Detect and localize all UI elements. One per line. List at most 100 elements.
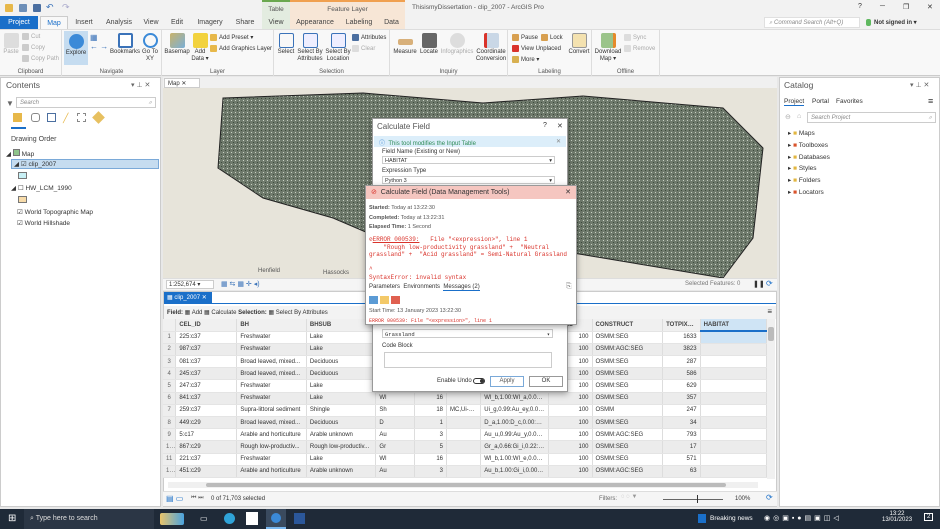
table-cell[interactable]: 100	[548, 392, 593, 405]
tab-appearance[interactable]: Appearance	[290, 16, 340, 29]
close-button[interactable]: ✕	[557, 122, 563, 130]
list-by-source-icon[interactable]	[31, 113, 40, 122]
table-cell[interactable]	[700, 465, 768, 478]
attributes-button[interactable]: Attributes	[352, 34, 386, 41]
row-number[interactable]: 10	[163, 440, 177, 454]
table-cell[interactable]: Au_b,1.00:Gi_i,0.00:A...	[480, 465, 549, 478]
table-cell[interactable]: OSMM:SEG	[592, 331, 664, 344]
tab-data[interactable]: Data	[378, 16, 405, 29]
expression-type-select[interactable]: Python 3 ▾	[382, 176, 555, 184]
map-tools-icons[interactable]: ▦ ⇆ ▦ ✛ ◂)	[221, 280, 260, 288]
table-options-menu-icon[interactable]: ≡	[767, 307, 772, 316]
table-cell[interactable]: Rough low-productiv...	[306, 440, 377, 454]
close-button[interactable]: ✕	[565, 188, 571, 196]
layer-symbol-swatch[interactable]	[18, 196, 27, 203]
catalog-tab-portal[interactable]: Portal	[812, 98, 829, 105]
table-cell[interactable]: Freshwater	[236, 331, 307, 344]
table-cell[interactable]: Deciduous	[306, 367, 377, 381]
infographics-button[interactable]: Infographics	[440, 33, 474, 56]
table-cell[interactable]	[446, 416, 482, 430]
table-cell[interactable]: Wl	[375, 392, 415, 405]
table-cell[interactable]: Sh	[375, 404, 415, 418]
row-number[interactable]: 11	[163, 453, 177, 466]
tab-analysis[interactable]: Analysis	[104, 16, 134, 29]
scale-selector[interactable]: 1:252,674 ▾	[166, 280, 214, 289]
table-cell[interactable]: 571	[662, 453, 701, 466]
table-cell[interactable]: Deciduous	[306, 416, 377, 430]
row-number[interactable]: 12	[163, 465, 177, 478]
table-cell[interactable]: OSMM:AGC:SEG	[592, 428, 664, 442]
table-cell[interactable]	[700, 453, 768, 466]
table-cell[interactable]: Lake	[306, 379, 377, 393]
list-by-selection-icon[interactable]	[47, 113, 56, 122]
convert-button[interactable]: Convert	[568, 33, 590, 56]
table-row[interactable]: 6 841:c37 Freshwater Lake Wl 16 Wl_b,1.00:Wl_a…	[163, 392, 768, 405]
arcgis-pro-taskbar-button[interactable]	[266, 509, 286, 529]
cut-button[interactable]: Cut	[22, 33, 40, 40]
select-by-location-button[interactable]: Select By Location	[324, 33, 352, 63]
table-cell[interactable]: 3	[414, 428, 448, 442]
tab-insert[interactable]: Insert	[72, 16, 96, 29]
select-by-attributes-button[interactable]: Select By Attributes	[296, 33, 324, 63]
catalog-item-styles[interactable]: ▸ ■ Styles	[788, 163, 830, 175]
table-cell[interactable]: Freshwater	[236, 343, 307, 357]
table-cell[interactable]	[700, 331, 768, 344]
zoom-slider[interactable]	[663, 499, 723, 500]
table-cell[interactable]: 100	[548, 428, 593, 442]
table-cell[interactable]: Gr	[375, 440, 415, 454]
open-project-icon[interactable]	[19, 4, 27, 12]
table-row[interactable]: 11 221:c37 Freshwater Lake Wl 16 Wl_b,1.00:Wl_…	[163, 453, 768, 466]
table-vertical-scrollbar[interactable]	[767, 319, 775, 479]
tab-imagery[interactable]: Imagery	[196, 16, 224, 29]
edge-icon[interactable]	[224, 513, 235, 524]
row-number[interactable]: 6	[163, 392, 177, 405]
table-cell[interactable]: 1	[414, 416, 448, 430]
row-number[interactable]: 7	[163, 404, 177, 418]
refresh-icon[interactable]: ⟳	[766, 279, 773, 288]
table-cell[interactable]: 5:c17	[175, 428, 238, 442]
command-search-input[interactable]: ⌕ Command Search (Alt+Q)	[764, 17, 860, 28]
row-number[interactable]: 5	[163, 379, 177, 393]
tab-project[interactable]: Project	[0, 16, 38, 29]
column-header[interactable]: TOTPIXELS	[662, 319, 701, 332]
apply-button[interactable]: Apply	[490, 376, 524, 387]
basemap-button[interactable]: Basemap	[164, 33, 190, 56]
table-cell[interactable]: OSMM:AGC:SEG	[592, 465, 664, 478]
list-by-snapping-icon[interactable]	[77, 113, 86, 122]
table-cell[interactable]: Wl	[375, 453, 415, 466]
tab-clip-2007[interactable]: ▦ clip_2007 ✕	[164, 292, 212, 303]
help-button[interactable]: ?	[543, 122, 547, 129]
layer-world-topographic-map[interactable]: ☑ World Topographic Map	[17, 208, 93, 216]
table-cell[interactable]: Freshwater	[236, 453, 307, 466]
table-cell[interactable]: 16	[414, 453, 448, 466]
warning-filter-icon[interactable]	[380, 296, 389, 304]
add-graphics-layer-button[interactable]: Add Graphics Layer	[210, 45, 272, 52]
table-cell[interactable]	[446, 428, 482, 442]
catalog-search-input[interactable]: Search Project ⌕	[807, 112, 936, 123]
word-icon[interactable]	[294, 513, 305, 524]
back-icon[interactable]: ⊖	[785, 113, 791, 121]
table-cell[interactable]: Deciduous	[306, 355, 377, 369]
close-button[interactable]: ✕	[927, 3, 933, 11]
tab-table-view[interactable]: View	[262, 16, 290, 29]
code-block-input[interactable]	[384, 352, 552, 368]
catalog-item-folders[interactable]: ▸ ■ Folders	[788, 175, 830, 187]
layer-checkbox[interactable]: ☑	[21, 161, 27, 168]
save-icon[interactable]	[33, 4, 41, 12]
table-cell[interactable]: 629	[662, 379, 701, 393]
column-header[interactable]: CEL_ID	[175, 319, 238, 332]
explore-button[interactable]: Explore	[64, 31, 88, 65]
table-cell[interactable]: OSMM:AGC:SEG	[592, 343, 664, 357]
table-cell[interactable]: Broad leaved, mixed...	[236, 416, 307, 430]
tab-map-view[interactable]: Map ✕	[164, 78, 200, 88]
table-cell[interactable]: 100	[548, 404, 593, 418]
select-button[interactable]: Select	[276, 33, 296, 56]
table-cell[interactable]: 1633	[662, 331, 701, 344]
table-cell[interactable]: Au	[375, 428, 415, 442]
tab-map[interactable]: Map	[40, 16, 68, 29]
table-cell[interactable]: OSMM:SEG	[592, 453, 664, 466]
table-cell[interactable]: OSMM:SEG	[592, 416, 664, 430]
more-button[interactable]: More ▾	[512, 56, 539, 63]
field-name-select[interactable]: HABITAT ▾	[382, 156, 555, 164]
table-cell[interactable]: 247:c37	[175, 379, 238, 393]
